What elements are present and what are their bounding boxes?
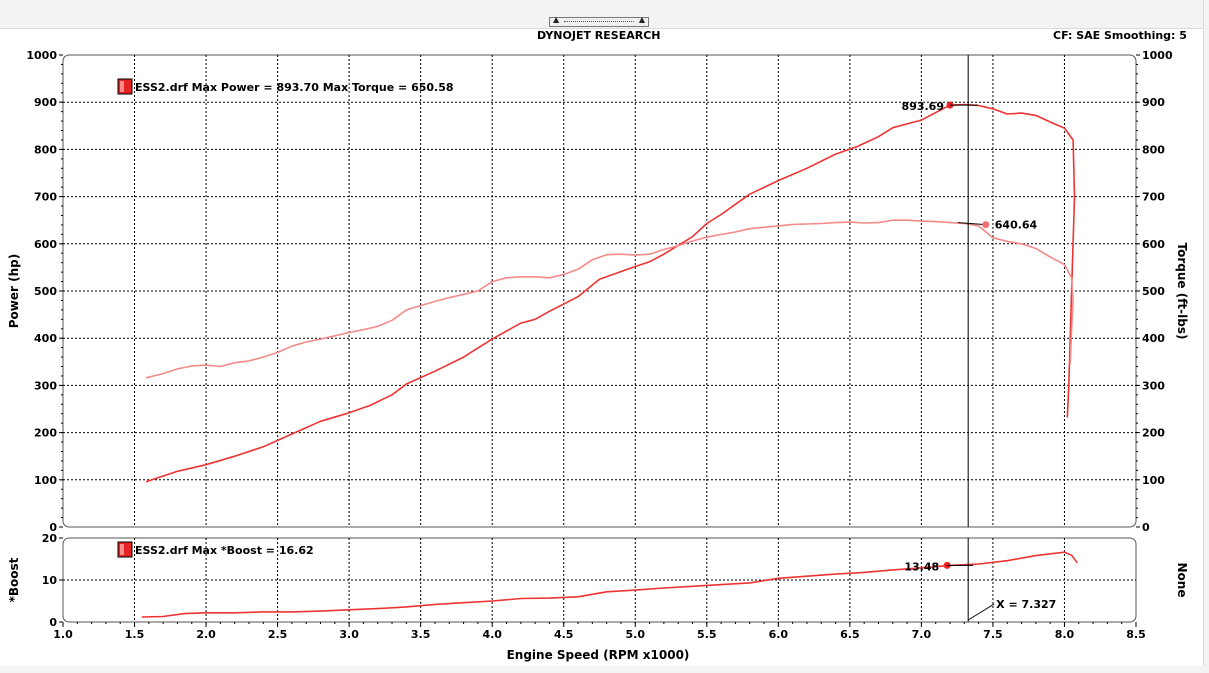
y-tick-label: 200 bbox=[34, 427, 57, 440]
y-axis-title: Power (hp) bbox=[7, 254, 21, 328]
legend-label: ESS2.drf Max *Boost = 16.62 bbox=[135, 544, 314, 557]
boost-y-tick-label: 20 bbox=[42, 532, 58, 545]
x-tick-label: 8.0 bbox=[1055, 628, 1075, 641]
y2-tick-label: 500 bbox=[1142, 285, 1165, 298]
x-tick-label: 5.0 bbox=[626, 628, 646, 641]
y-tick-label: 900 bbox=[34, 96, 57, 109]
y2-tick-label: 100 bbox=[1142, 474, 1165, 487]
y2-tick-label: 0 bbox=[1142, 521, 1150, 534]
y-tick-label: 400 bbox=[34, 332, 57, 345]
x-tick-label: 4.0 bbox=[482, 628, 502, 641]
boost-y-tick-label: 10 bbox=[42, 574, 58, 587]
x-tick-label: 3.0 bbox=[339, 628, 359, 641]
x-axis-title: Engine Speed (RPM x1000) bbox=[507, 648, 690, 662]
y-tick-label: 600 bbox=[34, 238, 57, 251]
y2-tick-label: 1000 bbox=[1142, 49, 1173, 62]
y2-tick-label: 900 bbox=[1142, 96, 1165, 109]
legend-swatch-highlight bbox=[120, 81, 124, 92]
boost-value-label: 13.48 bbox=[904, 560, 939, 573]
x-tick-label: 1.5 bbox=[125, 628, 145, 641]
x-tick-label: 7.0 bbox=[912, 628, 932, 641]
legend-swatch-highlight bbox=[120, 544, 124, 555]
cursor-readout: X = 7.327 bbox=[996, 598, 1056, 611]
window-bottom-edge bbox=[0, 666, 1209, 673]
x-tick-label: 2.5 bbox=[268, 628, 288, 641]
y-tick-label: 700 bbox=[34, 191, 57, 204]
y2-tick-label: 600 bbox=[1142, 238, 1165, 251]
x-tick-label: 7.5 bbox=[983, 628, 1003, 641]
boost-axis-title: *Boost bbox=[7, 557, 21, 602]
x-tick-label: 6.5 bbox=[840, 628, 860, 641]
x-tick-label: 4.5 bbox=[554, 628, 574, 641]
y-tick-label: 300 bbox=[34, 379, 57, 392]
y2-tick-label: 300 bbox=[1142, 379, 1165, 392]
peak-power-label: 893.69 bbox=[902, 100, 944, 113]
y2-tick-label: 800 bbox=[1142, 143, 1165, 156]
y-tick-label: 500 bbox=[34, 285, 57, 298]
x-tick-label: 6.0 bbox=[769, 628, 789, 641]
peak-torque-label: 640.64 bbox=[995, 219, 1038, 232]
y-tick-label: 100 bbox=[34, 474, 57, 487]
y2-tick-label: 400 bbox=[1142, 332, 1165, 345]
legend-label: ESS2.drf Max Power = 893.70 Max Torque =… bbox=[135, 81, 454, 94]
y-tick-label: 800 bbox=[34, 143, 57, 156]
y-tick-label: 1000 bbox=[26, 49, 57, 62]
y2-axis-title: Torque (ft-lbs) bbox=[1175, 243, 1189, 340]
boost-y2-axis-title: None bbox=[1175, 563, 1189, 598]
x-tick-label: 5.5 bbox=[697, 628, 717, 641]
x-tick-label: 1.0 bbox=[53, 628, 73, 641]
dyno-chart[interactable]: 0 0100 100200 200300 300400 400500 500600 60070… bbox=[0, 0, 1209, 673]
x-tick-label: 8.5 bbox=[1126, 628, 1146, 641]
y2-tick-label: 700 bbox=[1142, 191, 1165, 204]
x-tick-label: 2.0 bbox=[196, 628, 216, 641]
peak-torque-marker bbox=[982, 221, 990, 229]
y2-tick-label: 200 bbox=[1142, 427, 1165, 440]
window-right-edge bbox=[1203, 0, 1209, 673]
x-tick-label: 3.5 bbox=[411, 628, 431, 641]
